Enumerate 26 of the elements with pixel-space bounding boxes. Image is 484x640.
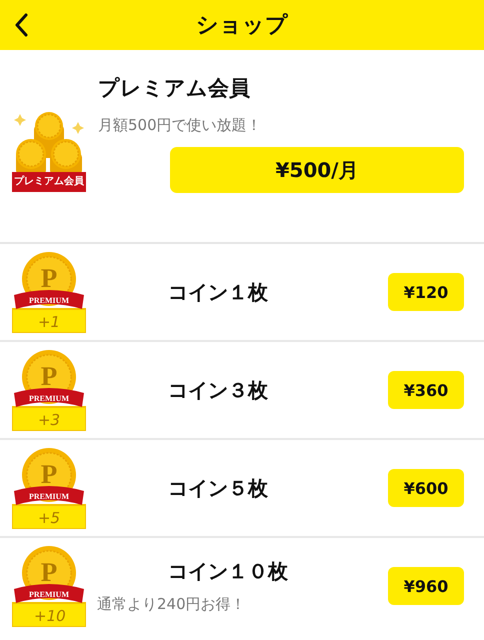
coin-letter: P xyxy=(40,557,58,587)
badge-label: PREMIUM xyxy=(28,296,70,305)
price-button[interactable]: ¥600 xyxy=(388,469,464,507)
badge-label: PREMIUM xyxy=(28,492,70,501)
plan-description: 月額500円で使い放題！ xyxy=(98,116,263,135)
item-note: 通常より240円お得！ xyxy=(97,595,247,614)
badge-label: PREMIUM xyxy=(28,394,70,403)
item-name: コイン１枚 xyxy=(167,278,269,306)
amount-label: +10 xyxy=(34,607,64,625)
price-button[interactable]: ¥960 xyxy=(388,567,464,605)
amount-label: +3 xyxy=(36,411,62,429)
coin-letter: P xyxy=(40,459,58,489)
price-button[interactable]: ¥120 xyxy=(388,273,464,311)
price-button[interactable]: ¥360 xyxy=(388,371,464,409)
plan-title: プレミアム会員 xyxy=(98,75,251,102)
amount-label: +5 xyxy=(36,509,62,527)
badge-label: PREMIUM xyxy=(28,590,70,599)
page-title: ショップ xyxy=(196,12,288,40)
item-name: コイン３枚 xyxy=(167,376,269,404)
item-name: コイン５枚 xyxy=(167,474,269,502)
item-name: コイン１０枚 xyxy=(167,558,289,585)
badge-label: プレミアム会員 xyxy=(13,174,85,188)
coin-letter: P xyxy=(40,361,58,391)
coin-letter: P xyxy=(40,263,58,293)
amount-label: +1 xyxy=(36,313,62,331)
subscribe-button[interactable]: ¥500/月 xyxy=(170,147,464,193)
